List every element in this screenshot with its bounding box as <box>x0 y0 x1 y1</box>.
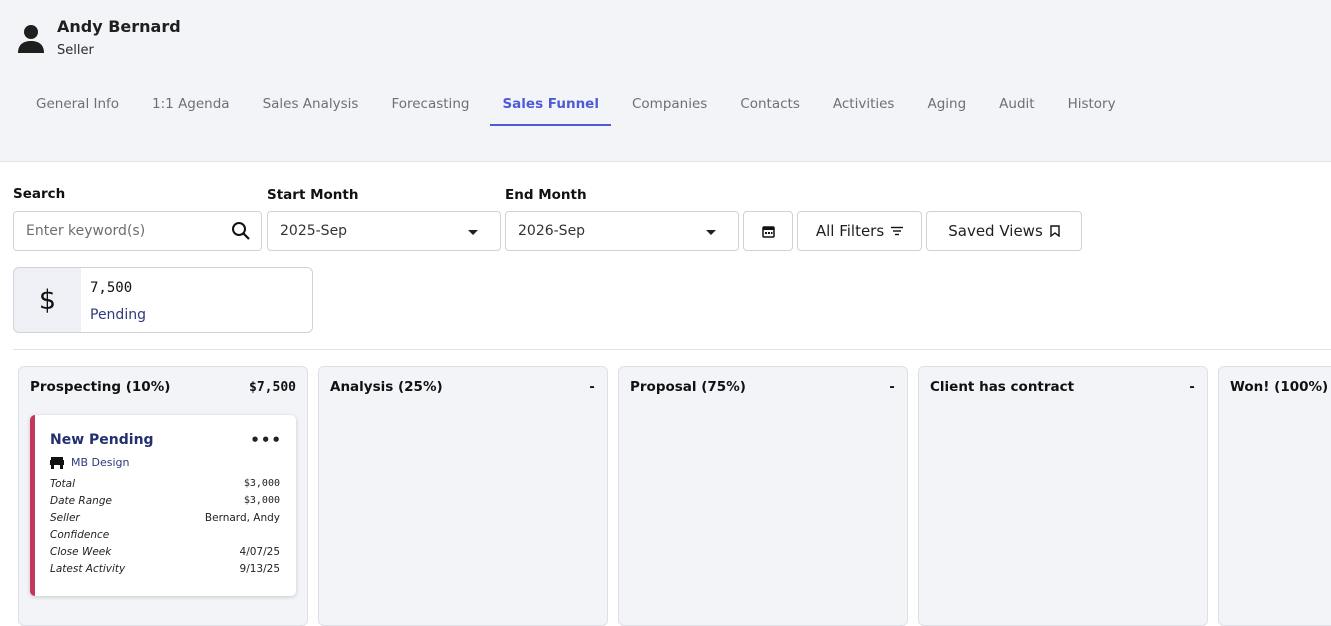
row-value: $3,000 <box>243 495 280 506</box>
store-icon <box>50 456 64 469</box>
filter-icon <box>891 226 904 236</box>
end-month-select[interactable]: 2026-Sep <box>505 211 739 251</box>
pending-summary-card: $ 7,500 Pending <box>13 267 313 333</box>
user-name: Andy Bernard <box>57 17 181 36</box>
chevron-down-icon <box>468 230 478 235</box>
funnel-column-won: Won! (100%) <box>1218 366 1331 626</box>
all-filters-label: All Filters <box>815 222 885 240</box>
search-label: Search <box>13 186 66 202</box>
column-title: Analysis (25%) <box>330 379 443 395</box>
summary-status: Pending <box>90 307 146 323</box>
tab-activities[interactable]: Activities <box>821 86 907 126</box>
funnel-column-client-contract: Client has contract - <box>918 366 1208 626</box>
deal-row-total: Total $3,000 <box>50 478 280 495</box>
more-options-icon[interactable]: ••• <box>250 431 282 449</box>
deal-row-confidence: Confidence <box>50 529 280 546</box>
row-key: Total <box>50 478 76 490</box>
company-name[interactable]: MB Design <box>71 456 130 469</box>
tab-sales-funnel[interactable]: Sales Funnel <box>490 86 611 126</box>
bookmark-icon <box>1050 225 1060 237</box>
saved-views-button[interactable]: Saved Views <box>926 211 1082 251</box>
search-placeholder: Enter keyword(s) <box>26 223 146 239</box>
deal-company: MB Design <box>50 456 130 469</box>
tab-audit[interactable]: Audit <box>987 86 1046 126</box>
column-total: $7,500 <box>249 380 296 395</box>
search-icon[interactable] <box>231 221 251 241</box>
column-total: - <box>1188 380 1196 395</box>
saved-views-label: Saved Views <box>948 222 1043 240</box>
calendar-button[interactable] <box>743 211 793 251</box>
row-key: Date Range <box>50 495 112 507</box>
row-value: $3,000 <box>243 478 280 489</box>
deal-title[interactable]: New Pending <box>50 432 154 448</box>
row-value: 4/07/25 <box>239 546 280 558</box>
funnel-column-proposal: Proposal (75%) - <box>618 366 908 626</box>
summary-value: 7,500 <box>90 280 133 296</box>
deal-card[interactable]: New Pending ••• MB Design Total $3,000 Da… <box>30 415 296 596</box>
deal-row-close-week: Close Week 4/07/25 <box>50 546 280 563</box>
column-total: - <box>888 380 896 395</box>
tab-aging[interactable]: Aging <box>915 86 978 126</box>
deal-row-latest-activity: Latest Activity 9/13/25 <box>50 563 280 580</box>
tab-bar: General Info 1:1 Agenda Sales Analysis F… <box>24 86 1137 126</box>
tab-sales-analysis[interactable]: Sales Analysis <box>251 86 371 126</box>
deal-details: Total $3,000 Date Range $3,000 Seller Berna… <box>50 478 280 580</box>
row-value: 9/13/25 <box>239 563 280 575</box>
row-key: Seller <box>50 512 80 524</box>
tab-agenda[interactable]: 1:1 Agenda <box>140 86 242 126</box>
tab-history[interactable]: History <box>1056 86 1128 126</box>
deal-row-seller: Seller Bernard, Andy <box>50 512 280 529</box>
column-title: Proposal (75%) <box>630 379 746 395</box>
funnel-column-analysis: Analysis (25%) - <box>318 366 608 626</box>
row-value: Bernard, Andy <box>204 512 280 524</box>
row-key: Close Week <box>50 546 112 558</box>
column-title: Prospecting (10%) <box>30 379 171 395</box>
end-month-label: End Month <box>505 187 587 203</box>
start-month-select[interactable]: 2025-Sep <box>267 211 501 251</box>
divider <box>13 349 1331 350</box>
tab-general-info[interactable]: General Info <box>24 86 131 126</box>
tab-companies[interactable]: Companies <box>620 86 719 126</box>
user-role: Seller <box>57 43 94 58</box>
start-month-label: Start Month <box>267 187 359 203</box>
row-key: Latest Activity <box>50 563 126 575</box>
profile-header: Andy Bernard Seller General Info 1:1 Age… <box>0 0 1331 162</box>
column-total: - <box>588 380 596 395</box>
chevron-down-icon <box>706 230 716 235</box>
search-input[interactable]: Enter keyword(s) <box>13 211 262 251</box>
row-key: Confidence <box>50 529 110 541</box>
dollar-icon: $ <box>14 268 81 332</box>
start-month-value: 2025-Sep <box>280 223 348 239</box>
deal-row-date-range: Date Range $3,000 <box>50 495 280 512</box>
end-month-value: 2026-Sep <box>518 223 586 239</box>
column-title: Won! (100%) <box>1230 379 1329 395</box>
tab-contacts[interactable]: Contacts <box>728 86 812 126</box>
person-icon <box>18 25 44 53</box>
calendar-icon <box>761 225 775 238</box>
all-filters-button[interactable]: All Filters <box>797 211 922 251</box>
funnel-column-prospecting: Prospecting (10%) $7,500 New Pending •••… <box>18 366 308 626</box>
tab-forecasting[interactable]: Forecasting <box>379 86 481 126</box>
column-title: Client has contract <box>930 379 1075 395</box>
